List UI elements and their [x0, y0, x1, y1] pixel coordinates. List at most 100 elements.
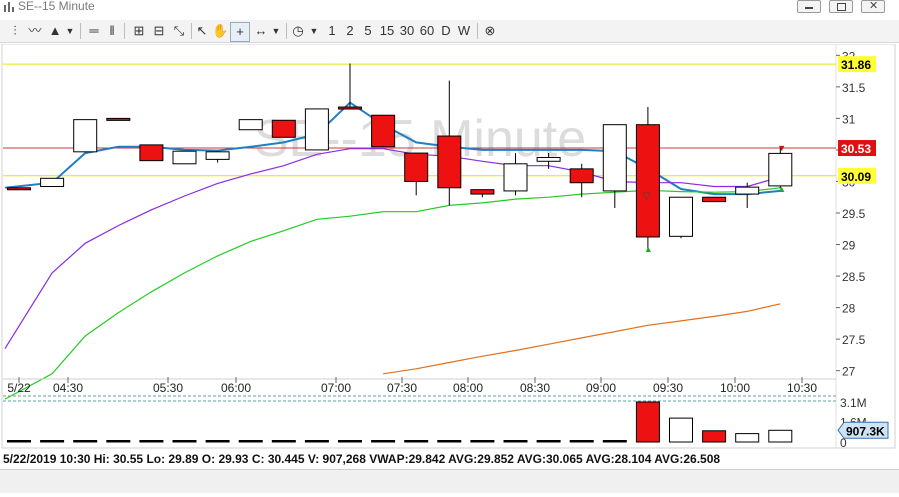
measure-icon[interactable]: ↔ — [252, 22, 270, 40]
candle-body — [371, 114, 396, 148]
candle-body — [40, 177, 65, 188]
hline-label: 30.09 — [841, 170, 871, 184]
candle-body — [702, 196, 727, 203]
time-tick-label: 08:30 — [520, 381, 550, 395]
window-title: SE--15 Minute — [18, 0, 95, 13]
close-button[interactable]: ✕ — [861, 0, 885, 13]
time-tick-label: 06:00 — [221, 381, 251, 395]
vertical-lines-icon[interactable]: ‖ — [104, 22, 120, 40]
line-style-icon[interactable]: 〰 — [26, 22, 44, 40]
volume-bar — [338, 440, 362, 443]
zoom-fit-icon[interactable]: ⤡ — [170, 22, 188, 40]
price-chart[interactable]: SE--15 Minute▽▲▼▲3231.53130.53029.52928.… — [0, 43, 899, 492]
minimize-button[interactable] — [797, 0, 821, 13]
candle-body — [569, 168, 594, 184]
volume-bar — [470, 440, 495, 443]
signal-down-marker: ▼ — [777, 143, 786, 153]
time-tick-label: 04:30 — [53, 381, 83, 395]
period-30[interactable]: 30 — [398, 22, 416, 40]
time-tick-label: 05:30 — [153, 381, 183, 395]
hline-label: 30.53 — [841, 142, 871, 156]
chart-style-dropdown-icon[interactable]: ▼ — [64, 22, 76, 40]
period-60[interactable]: 60 — [418, 22, 436, 40]
price-tick-label: 29.5 — [842, 207, 866, 221]
period-weekly[interactable]: W — [456, 22, 472, 40]
horizontal-lines-icon[interactable]: ═ — [86, 22, 102, 40]
volume-bar — [139, 440, 164, 443]
volume-bar — [404, 440, 429, 443]
price-tick-label: 28 — [842, 302, 856, 316]
area-style-icon[interactable]: ▲ — [46, 22, 64, 40]
time-tick-label: 10:00 — [720, 381, 750, 395]
candle-body — [470, 189, 495, 195]
candle-body — [238, 119, 263, 131]
chart-frame — [1, 43, 896, 449]
time-tick-label: 07:30 — [387, 381, 417, 395]
time-tick-label: 09:00 — [586, 381, 616, 395]
volume-last-label: 907.3K — [846, 424, 885, 438]
draw-tools-dropdown-icon[interactable]: ▼ — [270, 22, 282, 40]
volume-bar — [702, 430, 727, 443]
bottom-strip — [0, 469, 899, 493]
maximize-button[interactable] — [829, 0, 853, 13]
candle-body — [73, 119, 98, 153]
time-tick-label: 5/22 — [7, 381, 31, 395]
chart-app-icon — [4, 2, 14, 12]
signal-up-marker: ▲ — [777, 184, 786, 194]
candle-body — [669, 196, 693, 237]
volume-bar — [172, 440, 197, 443]
candle-body — [304, 108, 329, 151]
price-tick-label: 29 — [842, 239, 856, 253]
time-tick-label: 10:30 — [787, 381, 817, 395]
signal-down-marker: ▽ — [643, 191, 651, 202]
hline-label: 31.86 — [841, 58, 871, 72]
price-tick-label: 31 — [842, 112, 856, 126]
clock-icon[interactable]: ◷ — [290, 22, 306, 40]
chart-area[interactable]: SE--15 Minute▽▲▼▲3231.53130.53029.52928.… — [0, 43, 899, 492]
volume-bar — [602, 440, 627, 443]
zoom-in-icon[interactable]: ⊞ — [130, 22, 148, 40]
volume-bar — [503, 440, 528, 443]
period-daily[interactable]: D — [439, 22, 453, 40]
zoom-out-icon[interactable]: ⊟ — [150, 22, 168, 40]
volume-bar — [40, 440, 65, 443]
period-dropdown-icon[interactable]: ▼ — [308, 22, 320, 40]
volume-bar — [7, 440, 31, 443]
volume-bar — [735, 433, 760, 443]
candle-body — [172, 150, 197, 165]
candle-body — [271, 119, 296, 138]
volume-bar — [205, 440, 230, 443]
volume-bar — [304, 440, 329, 443]
candle-body — [338, 106, 362, 110]
crosshair-icon[interactable]: + — [230, 22, 250, 42]
pan-hand-icon[interactable]: ✋ — [212, 22, 228, 40]
price-tick-label: 27 — [842, 365, 856, 379]
volume-bar — [106, 440, 131, 443]
chart-toolbar: ⫶ 〰 ▲ ▼ ═ ‖ ⊞ ⊟ ⤡ ↖ ✋ + ↔ ▼ ◷ ▼ 1 2 5 15… — [0, 20, 899, 43]
period-5[interactable]: 5 — [362, 22, 374, 40]
pointer-icon[interactable]: ↖ — [194, 22, 210, 40]
candle-body — [602, 124, 627, 192]
candle-body — [205, 151, 230, 160]
volume-bar — [669, 417, 693, 443]
period-1[interactable]: 1 — [326, 22, 338, 40]
price-tick-label: 28.5 — [842, 270, 866, 284]
cancel-icon[interactable]: ⊗ — [482, 22, 498, 40]
candle-body — [735, 186, 760, 195]
candle-body — [139, 144, 164, 162]
candle-body — [536, 156, 561, 162]
candle-body — [106, 117, 131, 121]
period-15[interactable]: 15 — [378, 22, 396, 40]
volume-bar — [238, 440, 263, 443]
period-2[interactable]: 2 — [344, 22, 356, 40]
volume-bar — [371, 440, 396, 443]
candle-body — [7, 187, 31, 191]
volume-bar — [569, 440, 594, 443]
bar-style-icon[interactable]: ⫶ — [6, 22, 24, 40]
candle-body — [437, 135, 462, 189]
volume-bar — [73, 440, 98, 443]
status-readout: 5/22/2019 10:30 Hi: 30.55 Lo: 29.89 O: 2… — [0, 449, 899, 469]
volume-bar — [271, 440, 296, 443]
time-tick-label: 09:30 — [653, 381, 683, 395]
time-tick-label: 07:00 — [321, 381, 351, 395]
